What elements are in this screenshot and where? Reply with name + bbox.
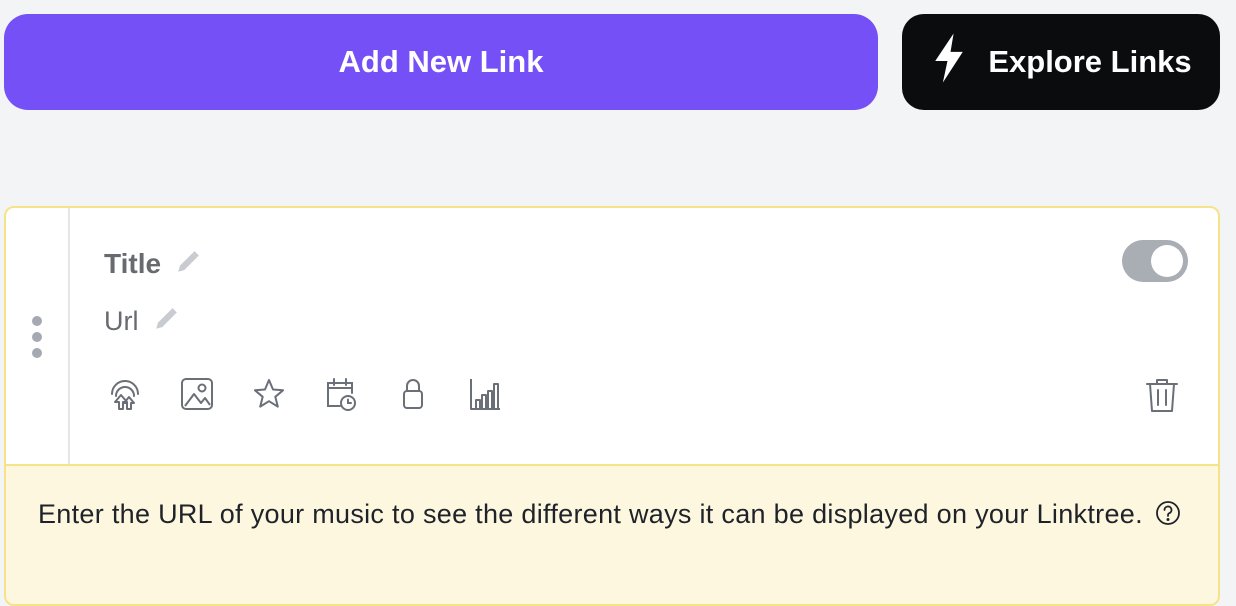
lightning-bolt-icon bbox=[930, 32, 968, 92]
link-card: Title Url Enter the URL of your music to… bbox=[4, 206, 1220, 606]
notice-paragraph: Enter the URL of your music to see the d… bbox=[38, 492, 1190, 536]
explore-links-label: Explore Links bbox=[988, 44, 1192, 79]
link-title-text: Title bbox=[104, 248, 162, 279]
drag-handle[interactable] bbox=[6, 208, 70, 464]
link-title-field[interactable]: Title bbox=[104, 248, 201, 280]
question-circle-icon[interactable] bbox=[1155, 495, 1181, 525]
drag-handle-icon bbox=[32, 316, 42, 358]
link-url-field[interactable]: Url bbox=[104, 306, 179, 337]
explore-links-button[interactable]: Explore Links bbox=[902, 14, 1220, 110]
star-icon[interactable] bbox=[252, 376, 286, 412]
link-visibility-toggle[interactable] bbox=[1122, 240, 1188, 282]
trash-icon[interactable] bbox=[1144, 376, 1180, 414]
add-new-link-button[interactable]: Add New Link bbox=[4, 14, 878, 110]
top-actions: Add New Link Explore Links bbox=[0, 0, 1236, 130]
toggle-knob bbox=[1151, 245, 1183, 277]
link-url-text: Url bbox=[104, 306, 139, 336]
redirect-icon[interactable] bbox=[108, 376, 142, 412]
add-new-link-label: Add New Link bbox=[338, 44, 544, 79]
thumbnail-icon[interactable] bbox=[180, 376, 214, 412]
schedule-icon[interactable] bbox=[324, 376, 358, 412]
pencil-icon[interactable] bbox=[153, 306, 179, 337]
lock-icon[interactable] bbox=[396, 376, 430, 412]
pencil-icon[interactable] bbox=[175, 249, 201, 280]
notice-text: Enter the URL of your music to see the d… bbox=[38, 499, 1143, 529]
analytics-icon[interactable] bbox=[468, 376, 502, 412]
link-tools-row bbox=[108, 376, 502, 412]
music-url-notice: Enter the URL of your music to see the d… bbox=[6, 464, 1218, 604]
